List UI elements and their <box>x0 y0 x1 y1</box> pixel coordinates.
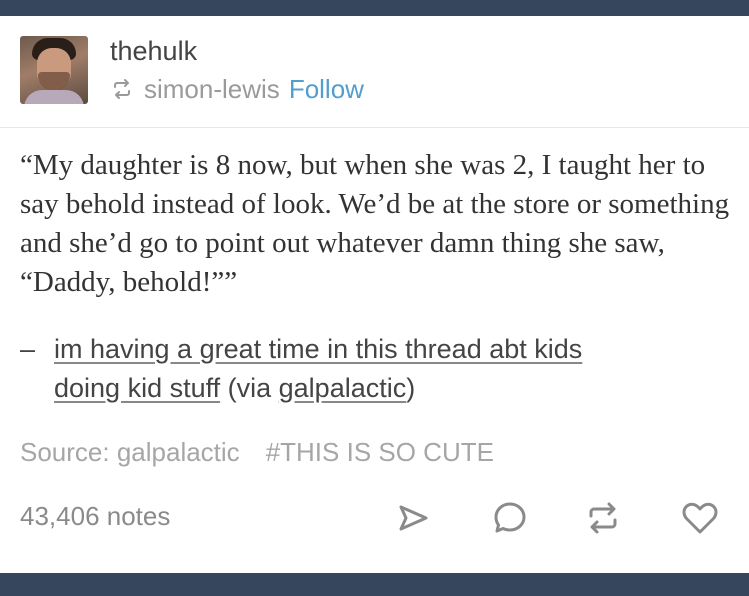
reblog-line: simon-lewis Follow <box>110 74 364 104</box>
reblog-source-link[interactable]: simon-lewis <box>144 74 280 105</box>
via-close: ) <box>406 373 416 403</box>
follow-button[interactable]: Follow <box>289 74 364 105</box>
source-line: Source: galpalactic #THIS IS SO CUTE <box>20 437 494 468</box>
bottom-bar <box>0 573 749 596</box>
avatar[interactable] <box>20 36 88 104</box>
source-link[interactable]: Source: galpalactic <box>20 437 240 468</box>
like-button[interactable] <box>680 498 720 538</box>
attribution-text: im having a great time in this thread ab… <box>54 330 732 408</box>
reblog-icon <box>589 502 617 534</box>
tag-link[interactable]: #THIS IS SO CUTE <box>266 437 494 468</box>
attribution-dash: – <box>20 334 36 364</box>
avatar-shirt <box>24 90 84 104</box>
quote-attribution: – im having a great time in this thread … <box>20 330 732 408</box>
reblog-button[interactable] <box>583 498 623 538</box>
share-button[interactable] <box>393 498 433 538</box>
thread-link-line2[interactable]: doing kid stuff <box>54 373 220 403</box>
post-quote: “My daughter is 8 now, but when she was … <box>20 149 730 298</box>
thread-link-line1[interactable]: im having a great time in this thread ab… <box>54 334 582 364</box>
post-username[interactable]: thehulk <box>110 36 197 67</box>
reply-button[interactable] <box>490 498 530 538</box>
via-open: (via <box>220 373 279 403</box>
reply-icon <box>494 502 526 533</box>
header-divider <box>0 127 749 128</box>
reblog-small-icon <box>114 79 130 99</box>
share-icon <box>399 505 428 531</box>
post-actions <box>0 498 749 538</box>
via-user-link[interactable]: galpalactic <box>279 373 407 403</box>
post-card: thehulk simon-lewis Follow “My daughter … <box>0 0 749 596</box>
heart-icon <box>682 502 718 534</box>
avatar-beard <box>38 72 70 90</box>
top-bar <box>0 0 749 16</box>
